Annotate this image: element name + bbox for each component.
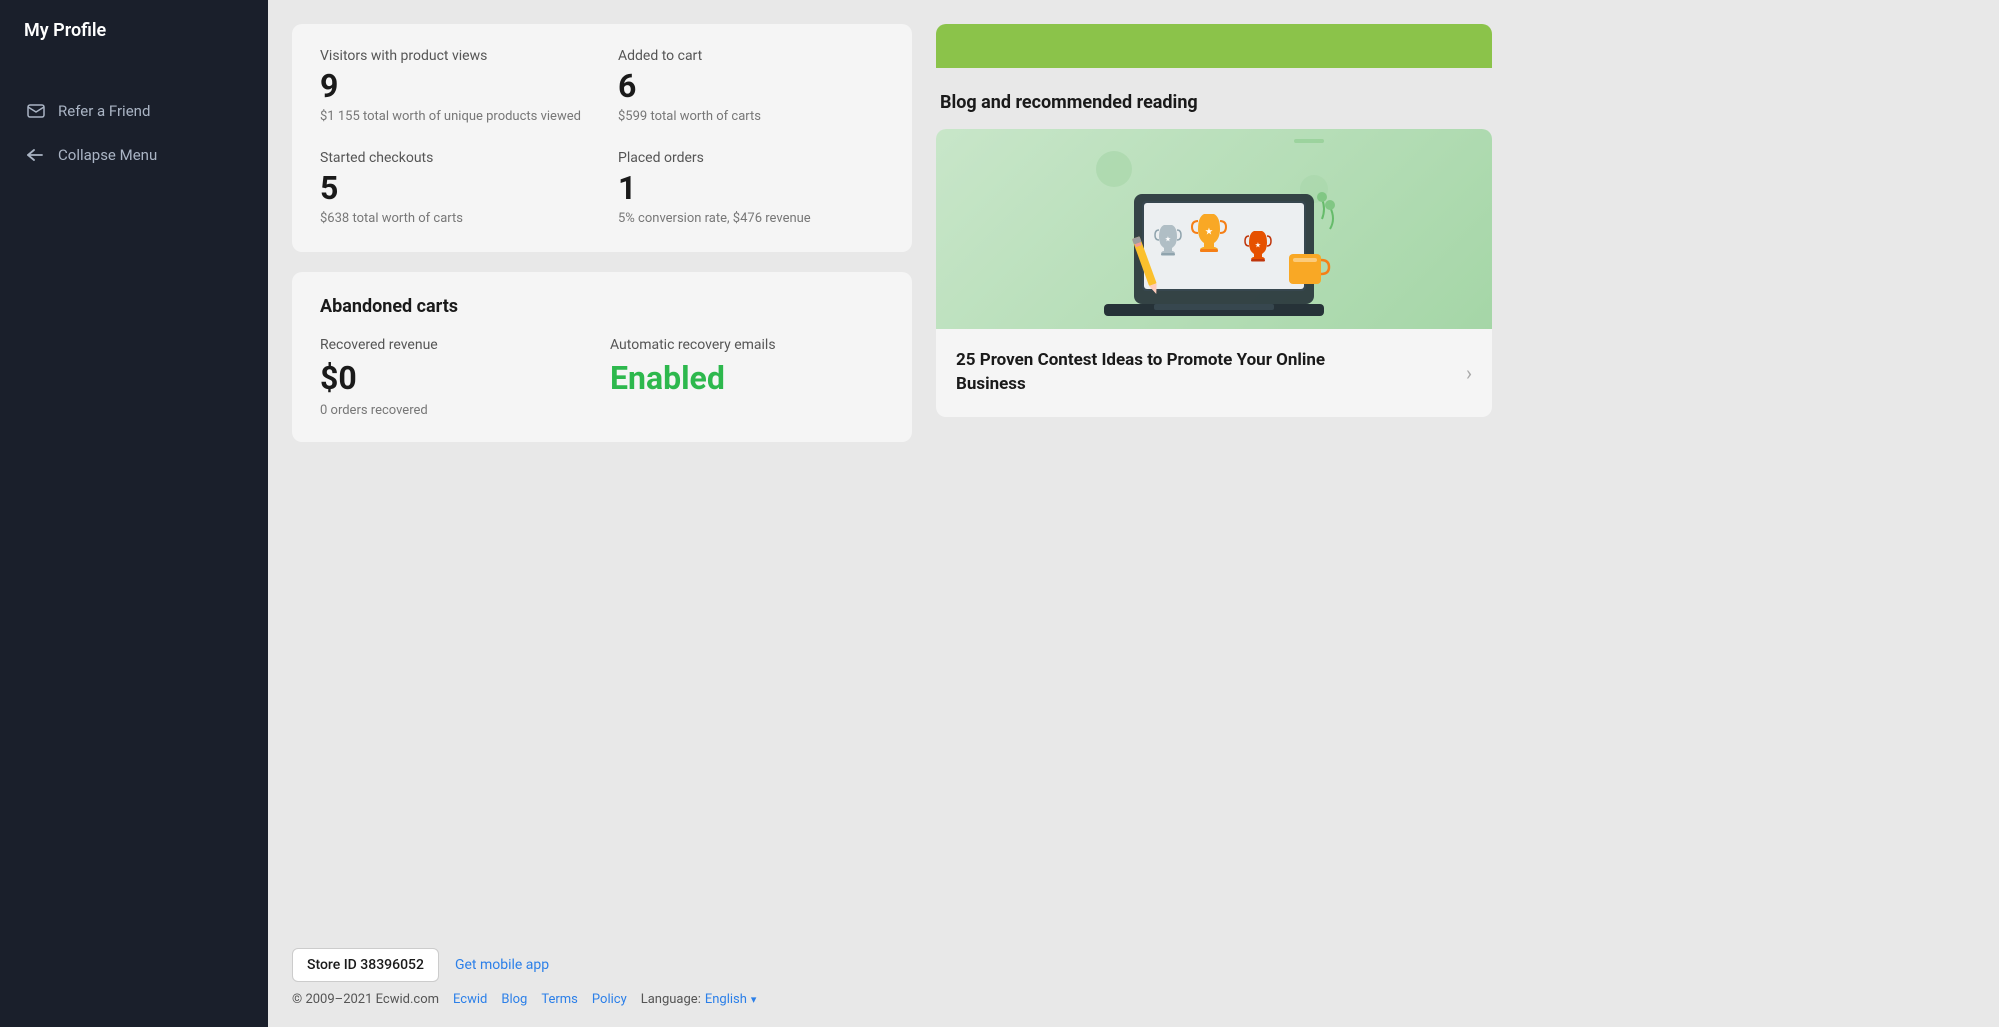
blog-section: Blog and recommended reading [936,68,1492,417]
stat-orders-number: 1 [618,172,884,204]
svg-text:★: ★ [1205,227,1213,236]
main-body: Visitors with product views 9 $1 155 tot… [268,0,1999,928]
sidebar-item-refer-label: Refer a Friend [58,102,150,120]
recovered-revenue-sub: 0 orders recovered [320,403,594,418]
stat-visitors-sub: $1 155 total worth of unique products vi… [320,108,586,126]
right-column: Blog and recommended reading [936,24,1492,928]
stat-checkouts: Started checkouts 5 $638 total worth of … [320,150,586,228]
abandoned-carts-title: Abandoned carts [320,296,884,317]
stat-checkouts-number: 5 [320,172,586,204]
sidebar-nav: Refer a Friend Collapse Menu [0,91,268,175]
language-label: Language: [641,992,701,1007]
left-column: Visitors with product views 9 $1 155 tot… [292,24,912,928]
stats-card: Visitors with product views 9 $1 155 tot… [292,24,912,252]
store-id-badge: Store ID 38396052 [292,948,439,982]
arrow-left-icon [26,145,46,165]
top-green-bar [936,24,1492,68]
footer-link-terms[interactable]: Terms [541,992,578,1007]
stat-orders-label: Placed orders [618,150,884,166]
chevron-right-icon: › [1466,361,1472,385]
stat-added-to-cart-number: 6 [618,70,884,102]
stat-visitors-label: Visitors with product views [320,48,586,64]
stat-added-to-cart: Added to cart 6 $599 total worth of cart… [618,48,884,126]
stat-orders: Placed orders 1 5% conversion rate, $476… [618,150,884,228]
stat-added-to-cart-sub: $599 total worth of carts [618,108,884,126]
sidebar: My Profile Refer a Friend Collapse Menu [0,0,268,1027]
sidebar-item-refer[interactable]: Refer a Friend [12,91,256,131]
stat-orders-sub: 5% conversion rate, $476 revenue [618,210,884,228]
blog-section-title: Blog and recommended reading [936,92,1492,113]
sidebar-title: My Profile [0,0,268,71]
stat-added-to-cart-label: Added to cart [618,48,884,64]
auto-emails-label: Automatic recovery emails [610,337,884,353]
recovered-revenue-item: Recovered revenue $0 0 orders recovered [320,337,594,418]
footer: Store ID 38396052 Get mobile app © 2009–… [268,928,1999,1027]
svg-text:★: ★ [1255,242,1261,249]
blog-card-title: 25 Proven Contest Ideas to Promote Your … [956,349,1396,397]
stat-checkouts-label: Started checkouts [320,150,586,166]
sidebar-item-collapse-label: Collapse Menu [58,146,157,164]
main-content-area: Visitors with product views 9 $1 155 tot… [268,0,1999,1027]
svg-text:★: ★ [1165,236,1171,243]
blog-card-body[interactable]: 25 Proven Contest Ideas to Promote Your … [936,329,1492,417]
footer-link-policy[interactable]: Policy [592,992,627,1007]
get-mobile-app-link[interactable]: Get mobile app [455,957,549,973]
footer-copyright: © 2009–2021 Ecwid.com [292,992,439,1007]
sidebar-item-collapse[interactable]: Collapse Menu [12,135,256,175]
footer-link-ecwid[interactable]: Ecwid [453,992,487,1007]
blog-image: ★ ★ [936,129,1492,329]
footer-link-blog[interactable]: Blog [501,992,527,1007]
blog-card[interactable]: ★ ★ [936,129,1492,417]
language-selector[interactable]: Language: English ▾ [641,992,757,1007]
chevron-down-icon: ▾ [751,993,757,1006]
language-value: English [705,992,747,1007]
abandoned-grid: Recovered revenue $0 0 orders recovered … [320,337,884,418]
mail-icon [26,101,46,121]
footer-row2: © 2009–2021 Ecwid.com Ecwid Blog Terms P… [292,992,1975,1007]
auto-emails-value: Enabled [610,359,884,397]
stat-visitors-number: 9 [320,70,586,102]
stat-visitors: Visitors with product views 9 $1 155 tot… [320,48,586,126]
recovered-revenue-label: Recovered revenue [320,337,594,353]
recovered-revenue-value: $0 [320,359,594,397]
auto-emails-item: Automatic recovery emails Enabled [610,337,884,418]
abandoned-carts-card: Abandoned carts Recovered revenue $0 0 o… [292,272,912,442]
stat-checkouts-sub: $638 total worth of carts [320,210,586,228]
footer-row1: Store ID 38396052 Get mobile app [292,948,1975,982]
